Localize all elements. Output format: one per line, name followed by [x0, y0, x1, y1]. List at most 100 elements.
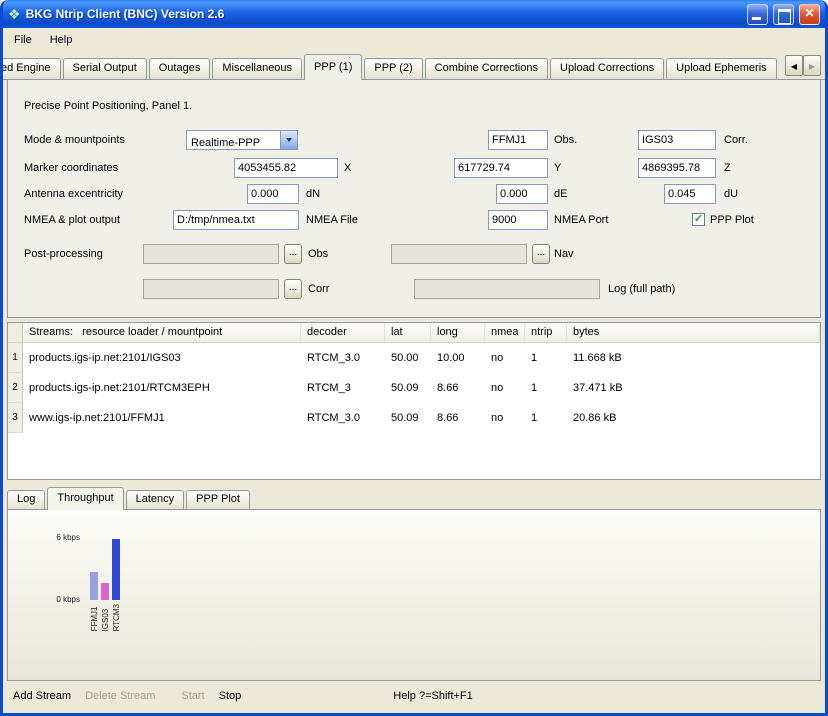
- chart-x-label: FFMJ1: [90, 604, 99, 631]
- tab-outages[interactable]: Outages: [149, 58, 211, 79]
- cell-nmea: no: [485, 343, 525, 373]
- table-row[interactable]: 1 products.igs-ip.net:2101/IGS03 RTCM_3.…: [8, 343, 820, 373]
- chart-bar: [101, 583, 109, 600]
- table-row[interactable]: 2 products.igs-ip.net:2101/RTCM3EPH RTCM…: [8, 373, 820, 403]
- tab-ppp-2[interactable]: PPP (2): [364, 58, 422, 79]
- add-stream-button[interactable]: Add Stream: [13, 690, 71, 702]
- tab-serial-output[interactable]: Serial Output: [63, 58, 147, 79]
- table-row[interactable]: 3 www.igs-ip.net:2101/FFMJ1 RTCM_3.0 50.…: [8, 403, 820, 433]
- post-nav-field: [391, 244, 527, 264]
- col-bytes: bytes: [567, 323, 820, 342]
- cell-mountpoint: products.igs-ip.net:2101/RTCM3EPH: [23, 373, 301, 403]
- browse-obs-button[interactable]: ...: [284, 244, 302, 264]
- antenna-row: Antenna excentricity dN dE dU: [24, 184, 804, 204]
- tab-log[interactable]: Log: [7, 490, 45, 509]
- cell-ntrip: 1: [525, 403, 567, 433]
- cell-bytes: 11.668 kB: [567, 343, 820, 373]
- chart-x-labels: FFMJ1 IGS03 RTCM3: [90, 604, 120, 631]
- maximize-button[interactable]: [773, 4, 794, 25]
- stop-button[interactable]: Stop: [219, 690, 242, 702]
- y-label: Y: [554, 158, 561, 178]
- ppp-plot-checkbox[interactable]: ✓: [692, 213, 705, 226]
- row-number[interactable]: 2: [8, 373, 23, 403]
- post-corr-label: Corr: [308, 279, 329, 299]
- tab-ppp-1[interactable]: PPP (1): [304, 54, 362, 80]
- post-log-field: [414, 279, 600, 299]
- tab-latency[interactable]: Latency: [126, 490, 185, 509]
- antenna-de-field[interactable]: [496, 184, 548, 204]
- obs-label: Obs.: [554, 130, 577, 150]
- action-bar: Add Stream Delete Stream Start Stop Help…: [3, 681, 825, 702]
- row-number[interactable]: 3: [8, 403, 23, 433]
- nmea-port-field[interactable]: [488, 210, 548, 230]
- post-log-label: Log (full path): [608, 279, 675, 299]
- throughput-chart: 6 kbps 0 kbps FFMJ1 IGS03 RTCM3: [7, 509, 821, 681]
- z-label: Z: [724, 158, 731, 178]
- col-decoder: decoder: [301, 323, 385, 342]
- tab-feed-engine[interactable]: ed Engine: [0, 58, 61, 79]
- tab-throughput[interactable]: Throughput: [47, 487, 123, 510]
- tab-miscellaneous[interactable]: Miscellaneous: [212, 58, 302, 79]
- marker-z-field[interactable]: [638, 158, 716, 178]
- col-mountpoint: Streams: resource loader / mountpoint: [23, 323, 301, 342]
- cell-decoder: RTCM_3: [301, 373, 385, 403]
- marker-row: Marker coordinates X Y Z: [24, 158, 804, 178]
- marker-coordinates-label: Marker coordinates: [24, 158, 118, 178]
- cell-long: 10.00: [431, 343, 485, 373]
- tab-ppp-plot[interactable]: PPP Plot: [186, 490, 250, 509]
- chart-x-label: IGS03: [101, 604, 110, 631]
- close-button[interactable]: [799, 4, 820, 25]
- col-ntrip: ntrip: [525, 323, 567, 342]
- main-tabstrip: ed Engine Serial Output Outages Miscella…: [3, 51, 825, 80]
- cell-bytes: 37.471 kB: [567, 373, 820, 403]
- ppp-plot-label: PPP Plot: [710, 210, 754, 230]
- ytick-top: 6 kbps: [34, 533, 80, 542]
- antenna-dn-field[interactable]: [247, 184, 299, 204]
- marker-y-field[interactable]: [454, 158, 548, 178]
- du-label: dU: [724, 184, 738, 204]
- tab-scroll-controls: ◀ ▶: [785, 55, 821, 76]
- marker-x-field[interactable]: [234, 158, 338, 178]
- tab-scroll-right-icon[interactable]: ▶: [803, 55, 821, 76]
- delete-stream-button: Delete Stream: [85, 690, 155, 702]
- tab-combine-corrections[interactable]: Combine Corrections: [425, 58, 548, 79]
- row-number[interactable]: 1: [8, 343, 23, 373]
- cell-ntrip: 1: [525, 343, 567, 373]
- chart-plot-area: [90, 538, 120, 600]
- help-hint: Help ?=Shift+F1: [393, 690, 473, 702]
- tab-upload-corrections[interactable]: Upload Corrections: [550, 58, 664, 79]
- menu-file[interactable]: File: [5, 31, 41, 49]
- menubar: File Help: [3, 28, 825, 51]
- post-processing-row-2: ... Corr Log (full path): [24, 279, 804, 299]
- menu-help[interactable]: Help: [41, 31, 82, 49]
- cell-mountpoint: www.igs-ip.net:2101/FFMJ1: [23, 403, 301, 433]
- mode-row: Mode & mountpoints Realtime-PPP Obs. Cor…: [24, 130, 804, 150]
- cell-lat: 50.09: [385, 403, 431, 433]
- chart-bar: [112, 539, 120, 600]
- dropdown-arrow-icon[interactable]: [280, 131, 297, 149]
- corr-mountpoint-field[interactable]: [638, 130, 716, 150]
- titlebar: ❖ BKG Ntrip Client (BNC) Version 2.6: [3, 0, 825, 28]
- minimize-button[interactable]: [747, 4, 768, 25]
- col-nmea: nmea: [485, 323, 525, 342]
- post-processing-row-1: Post-processing ... Obs ... Nav: [24, 244, 804, 264]
- bnc-window: ❖ BKG Ntrip Client (BNC) Version 2.6 Fil…: [0, 0, 828, 716]
- cell-lat: 50.00: [385, 343, 431, 373]
- antenna-du-field[interactable]: [664, 184, 716, 204]
- browse-nav-button[interactable]: ...: [532, 244, 550, 264]
- cell-lat: 50.09: [385, 373, 431, 403]
- check-icon: ✓: [694, 213, 703, 225]
- cell-nmea: no: [485, 403, 525, 433]
- mode-select[interactable]: Realtime-PPP: [186, 130, 298, 150]
- cell-long: 8.66: [431, 403, 485, 433]
- tab-upload-ephemeris[interactable]: Upload Ephemeris: [666, 58, 777, 79]
- post-obs-field: [143, 244, 279, 264]
- nmea-plot-output-label: NMEA & plot output: [24, 210, 120, 230]
- tab-scroll-left-icon[interactable]: ◀: [785, 55, 803, 76]
- panel-heading: Precise Point Positioning, Panel 1.: [24, 100, 192, 112]
- browse-corr-button[interactable]: ...: [284, 279, 302, 299]
- bottom-tabstrip: Log Throughput Latency PPP Plot: [3, 484, 825, 509]
- obs-mountpoint-field[interactable]: [488, 130, 548, 150]
- nmea-file-field[interactable]: [173, 210, 299, 230]
- mode-mountpoints-label: Mode & mountpoints: [24, 130, 125, 150]
